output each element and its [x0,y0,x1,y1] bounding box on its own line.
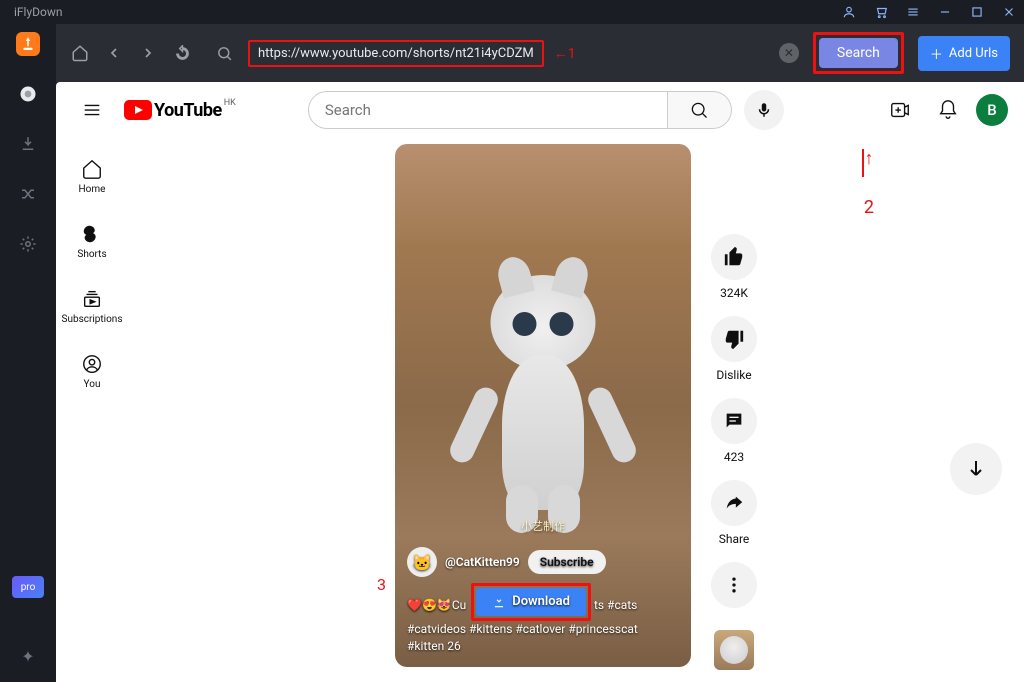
side-shorts[interactable]: Shorts [56,209,128,274]
yt-create-icon[interactable] [880,90,920,130]
action-like[interactable]: 324K [711,234,757,300]
shorts-actions: 324K Dislike 423 [711,144,757,682]
reload-icon[interactable] [172,43,192,63]
dislike-label: Dislike [716,368,751,382]
video-area: 3 小艺制作 � [128,138,1024,682]
youtube-header: YouTube HK B [56,82,1024,138]
search-button-highlight: Search [813,32,904,74]
yt-hamburger-icon[interactable] [72,90,112,130]
add-urls-button[interactable]: ＋ Add Urls [918,36,1010,71]
forward-icon[interactable] [138,43,158,63]
nav-down-button[interactable] [950,443,1002,495]
yt-search [308,90,784,130]
maximize-icon[interactable] [970,5,984,19]
annotation-arrow-1: ←1 [554,45,576,62]
action-dislike[interactable]: Dislike [711,316,757,382]
download-icon[interactable] [16,132,40,156]
share-icon[interactable] [711,480,757,526]
dislike-icon[interactable] [711,316,757,362]
comment-icon[interactable] [711,398,757,444]
channel-handle[interactable]: @CatKitten99 [445,555,520,569]
more-icon[interactable] [711,562,757,608]
yt-search-button[interactable] [668,91,732,129]
search-icon[interactable] [214,43,234,63]
cart-icon[interactable] [874,5,888,19]
home-icon[interactable] [70,43,90,63]
shuffle-icon[interactable] [16,182,40,206]
side-subs-label: Subscriptions [62,314,123,325]
side-shorts-label: Shorts [77,249,106,260]
clear-url-icon[interactable]: ✕ [779,43,799,63]
hamburger-icon[interactable] [906,5,920,19]
yt-logo-region: HK [224,98,236,108]
like-icon[interactable] [711,234,757,280]
shorts-player[interactable]: 小艺制作 🐱 @CatKitten99 Subscribe ❤️😍😻Cu [395,144,691,667]
video-cat-figure [468,265,618,525]
video-overlay: 🐱 @CatKitten99 Subscribe ❤️😍😻Cu [395,535,691,667]
like-count: 324K [720,286,748,300]
sound-thumbnail[interactable] [714,630,754,670]
side-home[interactable]: Home [56,144,128,209]
channel-avatar-icon[interactable]: 🐱 [407,547,437,577]
download-label: Download [512,593,570,611]
yt-logo-text: YouTube [154,100,222,121]
yt-notifications-icon[interactable] [928,90,968,130]
action-more[interactable] [711,562,757,608]
share-label: Share [719,532,750,546]
app-sidebar: pro ✦ [0,24,56,682]
action-share[interactable]: Share [711,480,757,546]
yt-mic-icon[interactable] [744,90,784,130]
video-watermark: 小艺制作 [521,518,565,534]
yt-logo[interactable]: YouTube HK [124,100,236,121]
download-button-highlight: Download [471,583,591,621]
side-you-label: You [84,379,101,390]
action-comment[interactable]: 423 [711,398,757,464]
yt-sidebar: Home Shorts Subscriptions You [56,138,128,682]
download-button[interactable]: Download [476,588,586,616]
yt-play-icon [124,100,152,120]
minimize-icon[interactable] [938,5,952,19]
yt-search-input[interactable] [308,91,668,129]
url-input[interactable]: https://www.youtube.com/shorts/nt21i4yCD… [258,46,534,61]
url-bar-highlight: https://www.youtube.com/shorts/nt21i4yCD… [248,40,544,67]
browser-content: ↑ 2 YouTube HK B [56,82,1024,682]
account-icon[interactable] [842,5,856,19]
pro-badge[interactable]: pro [12,576,44,598]
titlebar: iFlyDown [0,0,1024,24]
browser-toolbar: https://www.youtube.com/shorts/nt21i4yCD… [56,24,1024,82]
settings-icon[interactable] [16,232,40,256]
app-title: iFlyDown [8,5,63,19]
comment-count: 423 [724,450,744,464]
app-logo-icon[interactable] [16,32,40,56]
search-button[interactable]: Search [819,38,898,68]
close-icon[interactable] [1002,5,1016,19]
subscribe-button[interactable]: Subscribe [528,550,606,574]
yt-avatar[interactable]: B [976,94,1008,126]
annotation-3: 3 [377,575,386,594]
side-you[interactable]: You [56,339,128,404]
side-home-label: Home [79,184,106,195]
add-urls-label: Add Urls [949,46,998,61]
back-icon[interactable] [104,43,124,63]
sparkle-icon[interactable]: ✦ [16,644,40,668]
browser-icon[interactable] [16,82,40,106]
side-subs[interactable]: Subscriptions [56,274,128,339]
video-caption: ❤️😍😻Cu Download ts #cats #catvideos # [407,583,679,655]
plus-icon: ＋ [930,44,943,63]
